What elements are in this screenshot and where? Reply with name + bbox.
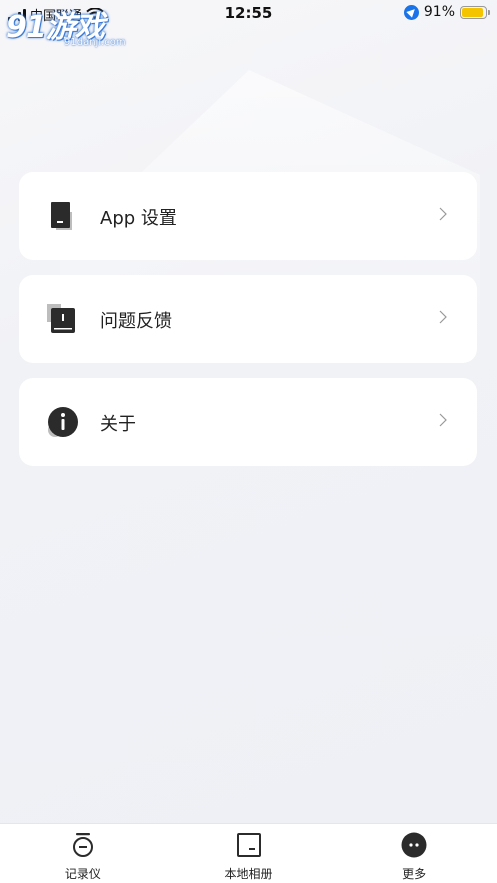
battery-icon [460,5,490,19]
info-icon [48,407,78,437]
chevron-right-icon [439,413,447,427]
menu-item-about[interactable]: 关于 [19,378,477,466]
tab-more[interactable]: 更多 [331,824,497,883]
tab-label: 更多 [402,867,427,881]
tab-recorder[interactable]: 记录仪 [0,824,166,883]
chevron-right-icon [439,207,447,221]
battery-fill [462,7,483,17]
watermark-logo: 91游戏 91danji.com [2,0,142,52]
bottom-tab-bar: 记录仪 本地相册 更多 [0,823,497,883]
tab-local-album[interactable]: 本地相册 [166,824,332,883]
watermark-sub: 91danji.com [64,37,126,48]
menu-item-label: App 设置 [100,208,177,229]
tab-label: 记录仪 [64,867,101,881]
menu-item-feedback[interactable]: 问题反馈 [19,275,477,363]
menu-item-app-settings[interactable]: App 设置 [19,172,477,260]
recorder-icon [72,833,93,857]
feedback-icon [47,304,75,333]
album-icon [236,833,261,857]
chevron-right-icon [439,310,447,324]
more-icon [401,832,427,858]
menu-item-label: 关于 [100,414,136,435]
tab-label: 本地相册 [224,867,273,881]
battery-percent: 91% [423,4,455,20]
location-icon [403,4,419,20]
status-right: 91% [403,4,490,20]
menu-item-label: 问题反馈 [100,311,172,332]
app-settings-icon [51,202,72,230]
